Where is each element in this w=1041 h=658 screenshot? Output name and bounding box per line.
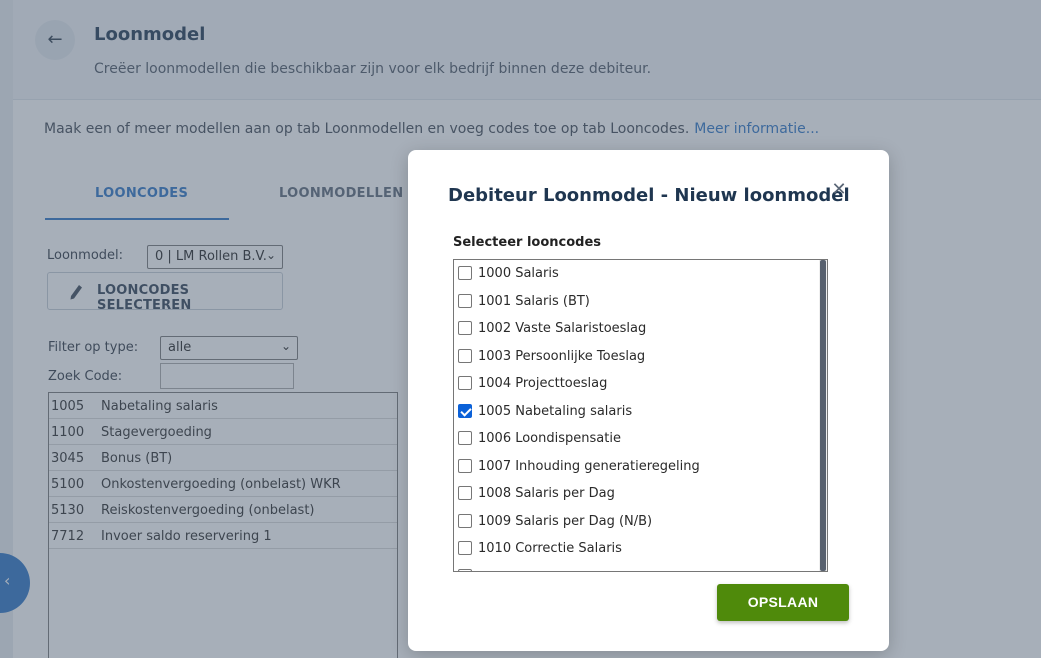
checkbox[interactable]: [458, 458, 472, 473]
list-scrollbar[interactable]: [819, 260, 827, 571]
checkbox-label: 1003 Persoonlijke Toeslag: [478, 348, 646, 364]
checkbox-item[interactable]: 1003 Persoonlijke Toeslag: [454, 343, 827, 371]
section-label: Selecteer looncodes: [453, 235, 602, 250]
checkbox-item[interactable]: 1006 Loondispensatie: [454, 425, 827, 453]
checkbox-item[interactable]: 1008 Salaris per Dag: [454, 480, 827, 508]
checkbox[interactable]: [458, 376, 472, 390]
checkbox[interactable]: [458, 486, 472, 500]
checkbox[interactable]: [458, 513, 472, 528]
checkbox-item[interactable]: 1000 Salaris: [454, 260, 827, 288]
checkbox[interactable]: [458, 541, 472, 555]
checkbox-label: 1004 Projecttoeslag: [478, 376, 608, 391]
checkbox-item[interactable]: 1007 Inhouding generatieregeling: [454, 453, 827, 481]
checkbox-item[interactable]: 1009 Salaris per Dag (N/B): [454, 508, 827, 536]
checkbox[interactable]: [458, 293, 472, 308]
checkbox[interactable]: [458, 568, 472, 571]
checkbox-label: 1005 Nabetaling salaris: [478, 403, 633, 419]
checkbox[interactable]: [458, 348, 472, 363]
checkbox-item[interactable]: 1004 Projecttoeslag: [454, 370, 827, 398]
checkbox-label: 1001 Salaris (BT): [478, 293, 590, 309]
looncodes-checkbox-list[interactable]: 1000 Salaris 1001 Salaris (BT) 1002 Vast…: [453, 259, 828, 572]
checkbox[interactable]: [458, 266, 472, 280]
checkbox[interactable]: [458, 321, 472, 335]
new-loonmodel-dialog: Debiteur Loonmodel - Nieuw loonmodel ✕ S…: [408, 150, 889, 651]
scrollbar-track: [820, 260, 826, 571]
checkbox-item[interactable]: 1001 Salaris (BT): [454, 288, 827, 316]
checkbox-label: 1002 Vaste Salaristoeslag: [478, 321, 647, 336]
checkbox-item[interactable]: 1005 Nabetaling salaris: [454, 398, 827, 426]
save-button[interactable]: OPSLAAN: [717, 584, 849, 621]
checkbox-label: 1007 Inhouding generatieregeling: [478, 458, 700, 474]
checkbox-checked[interactable]: [458, 403, 472, 418]
checkbox-item[interactable]: 1002 Vaste Salaristoeslag: [454, 315, 827, 343]
checkbox-label: 1010 Correctie Salaris: [478, 541, 622, 556]
checkbox-item[interactable]: [454, 563, 827, 571]
checkbox-item[interactable]: 1010 Correctie Salaris: [454, 535, 827, 563]
save-button-label: OPSLAAN: [747, 594, 819, 610]
close-button[interactable]: ✕: [829, 180, 849, 200]
close-icon: ✕: [831, 179, 847, 200]
checkbox-label: 1000 Salaris: [478, 266, 559, 281]
checkbox[interactable]: [458, 431, 472, 445]
checkbox-label: 1006 Loondispensatie: [478, 431, 621, 446]
dialog-title: Debiteur Loonmodel - Nieuw loonmodel: [448, 185, 850, 206]
checkbox-label: 1009 Salaris per Dag (N/B): [478, 513, 653, 529]
checkbox-label: 1008 Salaris per Dag: [478, 486, 615, 501]
